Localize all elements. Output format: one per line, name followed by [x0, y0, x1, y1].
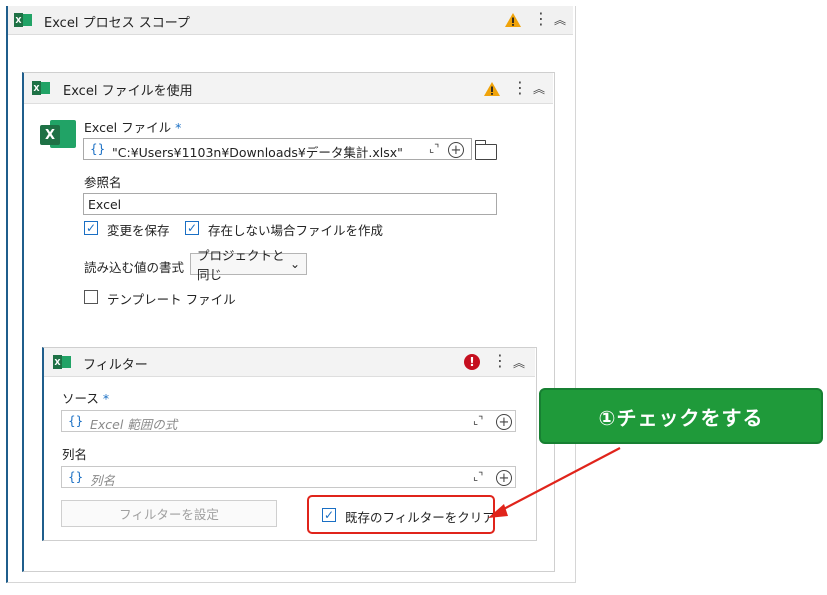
filter-collapse-icon[interactable]: ︽	[513, 356, 525, 370]
source-placeholder: Excel 範囲の式	[90, 417, 178, 432]
template-file-label: テンプレート ファイル	[107, 292, 236, 307]
warning-icon[interactable]	[504, 12, 522, 28]
value-format-label: 読み込む値の書式	[84, 260, 185, 275]
save-changes-label: 変更を保存	[107, 223, 170, 238]
card-more-menu-icon[interactable]: ⋮	[512, 80, 528, 96]
scope-more-menu-icon[interactable]: ⋮	[533, 11, 549, 27]
excel-icon: X	[53, 355, 71, 369]
chevron-down-icon: ⌄	[289, 257, 300, 271]
excel-icon: X	[14, 13, 32, 27]
warning-icon[interactable]	[483, 81, 501, 97]
error-icon[interactable]: !	[464, 354, 480, 370]
filter-title: フィルター	[83, 358, 148, 373]
filter-more-menu-icon[interactable]: ⋮	[492, 353, 508, 369]
source-label: ソース *	[62, 391, 110, 406]
column-name-label: 列名	[62, 447, 88, 462]
excel-icon: X	[32, 81, 50, 95]
create-if-missing-label: 存在しない場合ファイルを作成	[208, 223, 384, 238]
ref-name-label: 参照名	[84, 175, 122, 190]
template-file-checkbox[interactable]	[84, 290, 98, 304]
ref-name-input[interactable]: Excel	[83, 193, 497, 215]
excel-file-icon: X	[40, 116, 78, 152]
expression-brace-icon: {}	[68, 414, 84, 428]
folder-icon[interactable]	[474, 140, 497, 160]
value-format-select[interactable]: プロジェクトと同じ ⌄	[190, 248, 307, 282]
excel-file-label: Excel ファイル *	[84, 120, 182, 135]
save-changes-checkbox[interactable]	[84, 221, 98, 235]
expression-brace-icon: {}	[90, 142, 106, 156]
column-name-placeholder: 列名	[90, 473, 116, 488]
source-input[interactable]: {} Excel 範囲の式 ⌞⌝	[61, 410, 516, 432]
expand-editor-icon[interactable]: ⌞⌝	[429, 142, 439, 155]
expression-brace-icon: {}	[68, 470, 84, 484]
file-path-value: "C:¥Users¥1103n¥Downloads¥データ集計.xlsx"	[112, 145, 403, 160]
excel-file-path-input[interactable]: {} "C:¥Users¥1103n¥Downloads¥データ集計.xlsx"…	[83, 138, 472, 160]
card-title: Excel ファイルを使用	[63, 84, 193, 99]
value-format-selected: プロジェクトと同じ	[197, 248, 285, 282]
card-collapse-icon[interactable]: ︽	[533, 82, 545, 96]
ref-name-value: Excel	[88, 197, 122, 212]
annotation-callout: ①チェックをする	[539, 388, 823, 444]
set-filter-button[interactable]: フィルターを設定	[61, 500, 277, 527]
highlight-box	[307, 495, 495, 534]
expand-editor-icon[interactable]: ⌞⌝	[473, 414, 483, 427]
plus-circle-icon[interactable]: +	[496, 414, 512, 430]
scope-title: Excel プロセス スコープ	[44, 16, 190, 31]
create-if-missing-checkbox[interactable]	[185, 221, 199, 235]
annotation-arrow	[488, 447, 621, 518]
column-name-input[interactable]: {} 列名 ⌞⌝	[61, 466, 516, 488]
scope-collapse-icon[interactable]: ︽	[554, 13, 566, 27]
plus-circle-icon[interactable]: +	[448, 142, 464, 158]
